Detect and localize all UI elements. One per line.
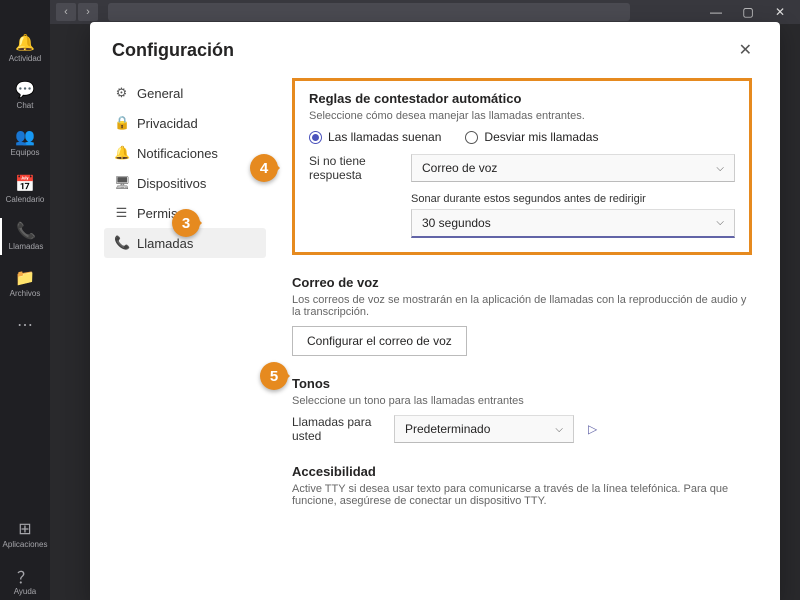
modal-title: Configuración: [112, 40, 234, 61]
settings-content: Reglas de contestador automático Selecci…: [280, 72, 780, 600]
rail-label: Llamadas: [9, 242, 44, 251]
unanswered-row: Si no tiene respuesta Correo de voz ⌵: [309, 154, 735, 183]
chevron-down-icon: ⌵: [716, 217, 724, 228]
rail-apps[interactable]: ⊞ Aplicaciones: [0, 516, 50, 553]
section-subtitle: Active TTY si desea usar texto para comu…: [292, 483, 752, 507]
callout-4: 4: [250, 154, 278, 182]
rail-teams[interactable]: 👥 Equipos: [0, 124, 50, 161]
nav-label: Llamadas: [137, 236, 193, 251]
ringtone-row: Llamadas para usted Predeterminado ⌵ ▷: [292, 415, 752, 444]
help-icon: ？: [16, 567, 34, 585]
devices-icon: 🖥: [114, 175, 129, 191]
unanswered-label: Si no tiene respuesta: [309, 154, 401, 183]
app-rail: 🔔 Actividad 💬 Chat 👥 Equipos 📅 Calendario 📞 L…: [0, 0, 50, 600]
settings-nav: ⚙ General 🔒 Privacidad 🔔 Notificaciones 🖥 Di…: [90, 72, 280, 600]
close-icon[interactable]: ✕: [733, 38, 758, 62]
calls-for-you-label: Llamadas para usted: [292, 415, 384, 444]
rail-label: Chat: [17, 101, 34, 110]
nav-label: General: [137, 86, 183, 101]
rail-label: Archivos: [10, 289, 41, 298]
rail-label: Actividad: [9, 54, 41, 63]
bell-icon: 🔔: [16, 34, 34, 52]
section-title: Accesibilidad: [292, 464, 752, 479]
close-window-button[interactable]: ✕: [770, 5, 790, 19]
modal-body: ⚙ General 🔒 Privacidad 🔔 Notificaciones 🖥 Di…: [90, 72, 780, 600]
chat-icon: 💬: [16, 81, 34, 99]
nav-notifications[interactable]: 🔔 Notificaciones: [104, 138, 266, 168]
nav-arrows: ‹ ›: [56, 3, 98, 21]
section-subtitle: Seleccione un tono para las llamadas ent…: [292, 395, 752, 407]
rail-calendar[interactable]: 📅 Calendario: [0, 171, 50, 208]
nav-label: Privacidad: [137, 116, 198, 131]
search-bar[interactable]: [108, 3, 630, 21]
gear-icon: ⚙: [114, 85, 129, 101]
dropdown-value: 30 segundos: [422, 216, 491, 230]
play-icon[interactable]: ▷: [584, 422, 601, 436]
rail-label: Aplicaciones: [3, 540, 48, 549]
dropdown-value: Predeterminado: [405, 422, 490, 436]
files-icon: 📁: [16, 269, 34, 287]
teams-icon: 👥: [16, 128, 34, 146]
radio-label: Las llamadas suenan: [328, 130, 441, 144]
rail-calls[interactable]: 📞 Llamadas: [0, 218, 50, 255]
nav-privacy[interactable]: 🔒 Privacidad: [104, 108, 266, 138]
radio-dot-icon: [465, 131, 478, 144]
calls-icon: 📞: [17, 222, 35, 240]
settings-modal: Configuración ✕ ⚙ General 🔒 Privacidad 🔔 No…: [90, 22, 780, 600]
rail-files[interactable]: 📁 Archivos: [0, 265, 50, 302]
accessibility-section: Accesibilidad Active TTY si desea usar t…: [292, 464, 752, 507]
callout-5: 5: [260, 362, 288, 390]
answering-rules-section: Reglas de contestador automático Selecci…: [292, 78, 752, 255]
rail-activity[interactable]: 🔔 Actividad: [0, 30, 50, 67]
section-subtitle: Seleccione cómo desea manejar las llamad…: [309, 110, 735, 122]
unanswered-dropdown[interactable]: Correo de voz ⌵: [411, 154, 735, 182]
configure-voicemail-button[interactable]: Configurar el correo de voz: [292, 326, 467, 356]
chevron-down-icon: ⌵: [555, 424, 563, 435]
bell-icon: 🔔: [114, 145, 129, 161]
callout-3: 3: [172, 209, 200, 237]
modal-header: Configuración ✕: [90, 22, 780, 72]
dropdown-value: Correo de voz: [422, 161, 497, 175]
more-icon: ⋯: [16, 316, 34, 334]
nav-label: Notificaciones: [137, 146, 218, 161]
permissions-icon: ☰: [114, 205, 129, 221]
section-title: Reglas de contestador automático: [309, 91, 735, 106]
rail-label: Equipos: [11, 148, 40, 157]
apps-icon: ⊞: [16, 520, 34, 538]
calendar-icon: 📅: [16, 175, 34, 193]
section-title: Tonos: [292, 376, 752, 391]
title-bar: ‹ › — ▢ ✕: [0, 0, 800, 24]
section-subtitle: Los correos de voz se mostrarán en la ap…: [292, 294, 752, 318]
radio-forward-calls[interactable]: Desviar mis llamadas: [465, 130, 598, 144]
button-label: Configurar el correo de voz: [307, 334, 452, 348]
voicemail-section: Correo de voz Los correos de voz se most…: [292, 275, 752, 356]
minimize-button[interactable]: —: [706, 5, 726, 19]
rail-label: Calendario: [6, 195, 45, 204]
radio-group: Las llamadas suenan Desviar mis llamadas: [309, 130, 735, 144]
forward-button[interactable]: ›: [78, 3, 98, 21]
rail-help[interactable]: ？ Ayuda: [0, 563, 50, 600]
rail-chat[interactable]: 💬 Chat: [0, 77, 50, 114]
phone-icon: 📞: [114, 235, 129, 251]
maximize-button[interactable]: ▢: [738, 5, 758, 19]
lock-icon: 🔒: [114, 115, 129, 131]
section-title: Correo de voz: [292, 275, 752, 290]
rail-more[interactable]: ⋯: [0, 312, 50, 338]
chevron-down-icon: ⌵: [716, 163, 724, 174]
nav-label: Dispositivos: [137, 176, 206, 191]
ring-duration-dropdown[interactable]: 30 segundos ⌵: [411, 209, 735, 238]
back-button[interactable]: ‹: [56, 3, 76, 21]
ringtone-dropdown[interactable]: Predeterminado ⌵: [394, 415, 574, 443]
rail-label: Ayuda: [14, 587, 37, 596]
ring-duration-label: Sonar durante estos segundos antes de re…: [411, 193, 735, 205]
ringtones-section: Tonos Seleccione un tono para las llamad…: [292, 376, 752, 444]
radio-dot-icon: [309, 131, 322, 144]
nav-general[interactable]: ⚙ General: [104, 78, 266, 108]
radio-label: Desviar mis llamadas: [484, 130, 598, 144]
radio-calls-ring[interactable]: Las llamadas suenan: [309, 130, 441, 144]
nav-devices[interactable]: 🖥 Dispositivos: [104, 168, 266, 198]
